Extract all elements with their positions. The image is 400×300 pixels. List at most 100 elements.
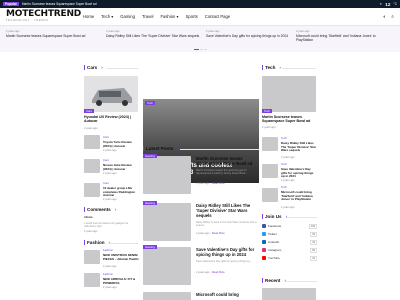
social-name: Instagram	[268, 248, 282, 252]
nav-fashion[interactable]: Fashion ▾	[160, 14, 178, 19]
ticker-item[interactable]: 2 years ago Microsoft could bring 'Starf…	[296, 30, 391, 42]
social-facebook[interactable]: Facebook 10k	[262, 223, 317, 229]
ticker-pagination[interactable]	[194, 49, 207, 50]
post-title[interactable]: Toyota Yaris Review (2024) | Autocar	[103, 140, 139, 148]
category-badge[interactable]: Tech	[281, 136, 287, 140]
post-thumbnail[interactable]	[143, 156, 191, 194]
category-badge[interactable]: Tech	[262, 109, 272, 113]
post-thumbnail[interactable]	[143, 292, 191, 300]
social-count: 10k	[308, 223, 317, 229]
nav-travel[interactable]: Travel	[142, 14, 153, 19]
nav-sports[interactable]: Sports	[186, 14, 198, 19]
ticker-title: Microsoft could bring 'Starfield' and 'I…	[296, 34, 376, 42]
post-thumbnail[interactable]	[262, 188, 278, 202]
trending-ticker: 2 years ago Martin Scorsese teases Squar…	[0, 26, 400, 52]
post-title[interactable]: Microsoft could bring 'Starfield' and 'I…	[281, 190, 317, 202]
category-badge[interactable]: Gaming	[143, 154, 157, 158]
recent-section-title: Recent ›	[262, 278, 286, 283]
ticker-title: Save Valentine's Day gifts for spicing t…	[206, 34, 289, 38]
post-meta: 2 years ago	[103, 265, 117, 268]
social-linkedin[interactable]: LinkedIn 3k	[262, 239, 317, 245]
header-icons: ◐ ⌕	[383, 14, 394, 20]
read-more-link[interactable]: Read More	[212, 232, 225, 235]
nav-fashion-label: Fashion	[160, 14, 176, 19]
category-badge[interactable]: Cars	[103, 135, 109, 139]
category-badge[interactable]: Tech	[281, 162, 287, 166]
post-title[interactable]: Save Valentine's Day gifts for spicing t…	[281, 167, 317, 179]
latest-section-title: Latest Posts ›	[143, 146, 179, 151]
trending-text[interactable]: Martin Scorsese teases Squarespace Super…	[22, 2, 97, 6]
nav-gaming[interactable]: Gaming	[120, 14, 135, 19]
post-thumbnail[interactable]	[262, 164, 278, 178]
post-meta: 2 years ago	[84, 127, 98, 130]
top-bar: Popular Martin Scorsese teases Squarespa…	[0, 0, 400, 8]
comment-text[interactable]: I would love the latest tech gadgets for…	[84, 222, 140, 229]
comment-author[interactable]: Allosia	[84, 216, 93, 219]
search-icon[interactable]: ⌕	[391, 14, 394, 20]
post-title[interactable]: Nissan Juke Review (2024) | Autocar	[103, 163, 139, 171]
nav-tech[interactable]: Tech ▾	[101, 14, 113, 19]
post-meta: 2 years ago	[262, 126, 276, 129]
category-badge[interactable]: Cars	[103, 181, 109, 185]
ticker-item[interactable]: 2 years ago Daisy Ridley Still Likes The…	[106, 30, 201, 38]
social-instagram[interactable]: Instagram 8k	[262, 247, 317, 253]
comments-title-text: Comments	[87, 207, 111, 212]
nav-home[interactable]: Home	[83, 14, 94, 19]
ticker-dot[interactable]	[194, 49, 199, 50]
post-title[interactable]: Microsoft could bring	[196, 292, 260, 297]
post-thumbnail[interactable]	[84, 159, 100, 173]
top-bar-right: ☀ 12 °C	[379, 2, 397, 7]
ticker-time: 2 years ago	[106, 30, 120, 33]
chevron-right-icon: ›	[101, 65, 103, 70]
post-title[interactable]: Daisy Ridley Still Likes The 'Super Divi…	[281, 141, 317, 153]
site-logo[interactable]: MOTECHTREND TECHNOLOGY · TRENDS	[6, 10, 81, 23]
degree-icon: °C	[393, 2, 397, 6]
post-title[interactable]: 10 dealer group LMs completes Paddington…	[103, 186, 139, 198]
twitter-icon	[262, 232, 266, 236]
read-more-link[interactable]: Read More	[212, 182, 225, 185]
nav-contact[interactable]: Contact Page	[205, 14, 230, 19]
category-badge[interactable]: Cars	[103, 158, 109, 162]
category-badge[interactable]: Gaming	[143, 201, 157, 205]
car-featured-image[interactable]	[84, 76, 138, 112]
post-title[interactable]: NEW ARRIVALS: FIT & POWERFUL	[103, 277, 139, 285]
post-title[interactable]: Martin Scorsese teases Squarespace Super…	[262, 115, 318, 124]
category-badge[interactable]: Tech	[145, 101, 155, 105]
category-badge[interactable]: Tech	[281, 185, 287, 189]
post-thumbnail[interactable]	[84, 183, 100, 197]
category-badge[interactable]: Fashion	[103, 248, 113, 252]
post-thumbnail[interactable]	[84, 273, 100, 287]
read-more-link[interactable]: Read More	[212, 271, 225, 274]
ticker-item[interactable]: 2 years ago Martin Scorsese teases Squar…	[6, 30, 101, 38]
post-title[interactable]: Hyundai i20 Review (2024) | Autocar	[84, 115, 140, 124]
social-twitter[interactable]: Twitter 5k	[262, 231, 317, 237]
dark-mode-icon[interactable]: ◐	[383, 14, 386, 20]
ticker-time: 2 years ago	[206, 30, 220, 33]
ticker-dot[interactable]	[204, 49, 207, 50]
post-meta: 2 years ago	[103, 286, 117, 289]
title-accent	[84, 240, 85, 245]
post-title[interactable]: Save Valentine's Day gifts for spicing t…	[196, 247, 260, 257]
ticker-item[interactable]: 2 years ago Save Valentine's Day gifts f…	[206, 30, 301, 38]
post-date: 2 years ago	[196, 232, 210, 235]
post-thumbnail[interactable]	[84, 135, 100, 149]
social-youtube[interactable]: YouTube 2k	[262, 255, 317, 261]
post-thumbnail[interactable]	[143, 247, 191, 285]
post-thumbnail[interactable]	[262, 137, 278, 151]
post-title[interactable]: Martin Scorsese teases Squarespace Super…	[196, 156, 260, 166]
tech-featured-image[interactable]	[262, 76, 316, 112]
social-count: 5k	[310, 231, 317, 237]
post-title[interactable]: Daisy Ridley Still Likes The 'Super Divi…	[196, 203, 260, 218]
category-badge[interactable]: Cars	[84, 109, 94, 113]
social-name: Twitter	[268, 232, 277, 236]
category-badge[interactable]: Gaming	[143, 245, 157, 249]
post-title[interactable]: NEW UNISTRIUS DENIM PIECES – Atlantic Pa…	[103, 253, 139, 261]
post-thumbnail[interactable]	[84, 250, 100, 264]
section-divider	[108, 243, 138, 244]
chevron-right-icon: ›	[177, 146, 179, 151]
ticker-dot[interactable]	[200, 49, 203, 50]
category-badge[interactable]: Fashion	[103, 272, 113, 276]
title-accent	[262, 214, 263, 219]
post-thumbnail[interactable]	[143, 203, 191, 241]
recent-thumbnail[interactable]	[262, 288, 316, 300]
